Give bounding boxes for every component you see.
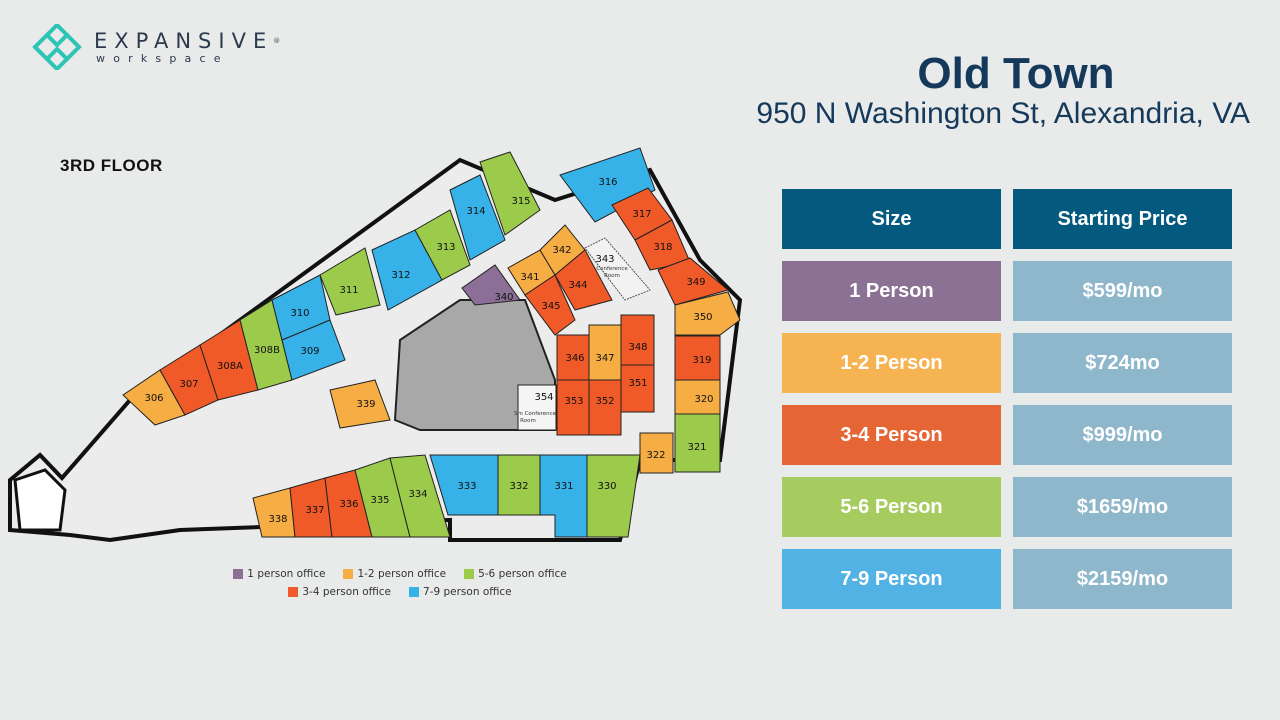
size-cell: 7-9 Person [782, 549, 1001, 609]
brand-subtitle: workspace [96, 52, 229, 65]
brand-logo: EXPANSIVE® workspace [32, 24, 280, 70]
legend-swatch [288, 587, 299, 597]
location-address: 950 N Washington St, Alexandria, VA [756, 97, 1250, 130]
legend-swatch [343, 569, 354, 579]
svg-text:352: 352 [595, 396, 614, 407]
svg-text:331: 331 [554, 481, 573, 492]
svg-text:Conference: Conference [596, 266, 628, 272]
svg-text:341: 341 [520, 272, 539, 283]
svg-text:336: 336 [339, 499, 358, 510]
pricing-row: 3-4 Person $999/mo [782, 405, 1232, 465]
svg-text:307: 307 [179, 379, 198, 390]
size-cell: 1 Person [782, 261, 1001, 321]
svg-text:Room: Room [520, 418, 536, 424]
legend-item: 7-9 person office [409, 586, 512, 598]
size-cell: 1-2 Person [782, 333, 1001, 393]
legend-item: 1 person office [233, 568, 325, 580]
svg-text:345: 345 [541, 301, 560, 312]
svg-text:348: 348 [628, 342, 647, 353]
svg-text:316: 316 [598, 177, 617, 188]
pricing-row: 1-2 Person $724mo [782, 333, 1232, 393]
room-330[interactable] [586, 454, 641, 538]
svg-text:332: 332 [509, 481, 528, 492]
svg-text:Room: Room [604, 273, 620, 279]
header-price: Starting Price [1013, 189, 1232, 249]
svg-text:310: 310 [290, 308, 309, 319]
svg-text:315: 315 [511, 196, 530, 207]
size-cell: 5-6 Person [782, 477, 1001, 537]
location-title: Old Town [917, 49, 1115, 98]
svg-text:321: 321 [687, 442, 706, 453]
svg-text:319: 319 [692, 355, 711, 366]
floor-plan: 306 307 308A 308B 309 310 311 312 313 31… [8, 147, 743, 543]
header-size: Size [782, 189, 1001, 249]
room-352[interactable] [588, 379, 622, 436]
svg-text:343: 343 [595, 254, 614, 265]
svg-text:308B: 308B [254, 345, 280, 356]
svg-text:309: 309 [300, 346, 319, 357]
legend-swatch [233, 569, 244, 579]
price-cell: $999/mo [1013, 405, 1232, 465]
svg-text:339: 339 [356, 399, 375, 410]
svg-text:351: 351 [628, 378, 647, 389]
svg-text:313: 313 [436, 242, 455, 253]
svg-text:353: 353 [564, 396, 583, 407]
svg-text:346: 346 [565, 353, 584, 364]
floor-plan-legend: 1 person office 1-2 person office 5-6 pe… [220, 568, 580, 604]
svg-text:306: 306 [144, 393, 163, 404]
pricing-row: 5-6 Person $1659/mo [782, 477, 1232, 537]
svg-text:322: 322 [646, 450, 665, 461]
svg-text:335: 335 [370, 495, 389, 506]
pricing-header-row: Size Starting Price [782, 189, 1232, 249]
svg-text:337: 337 [305, 505, 324, 516]
svg-text:340: 340 [494, 292, 513, 303]
legend-item: 1-2 person office [343, 568, 446, 580]
svg-text:312: 312 [391, 270, 410, 281]
svg-text:347: 347 [595, 353, 614, 364]
svg-text:308A: 308A [217, 361, 243, 372]
room-348[interactable] [620, 314, 655, 366]
price-cell: $599/mo [1013, 261, 1232, 321]
svg-text:344: 344 [568, 280, 587, 291]
svg-text:317: 317 [632, 209, 651, 220]
svg-text:333: 333 [457, 481, 476, 492]
expansive-logo-icon [32, 24, 82, 70]
svg-text:350: 350 [693, 312, 712, 323]
size-cell: 3-4 Person [782, 405, 1001, 465]
svg-text:320: 320 [694, 394, 713, 405]
svg-text:314: 314 [466, 206, 485, 217]
svg-text:330: 330 [597, 481, 616, 492]
svg-text:349: 349 [686, 277, 705, 288]
svg-text:334: 334 [408, 489, 427, 500]
svg-text:311: 311 [339, 285, 358, 296]
location-header: Old Town 950 N Washington St, Alexandria… [650, 50, 1250, 130]
legend-item: 3-4 person office [288, 586, 391, 598]
legend-swatch [409, 587, 419, 597]
svg-text:342: 342 [552, 245, 571, 256]
svg-text:Sm Conference: Sm Conference [514, 411, 557, 417]
svg-text:338: 338 [268, 514, 287, 525]
room-353[interactable] [556, 379, 590, 436]
brand-name: EXPANSIVE® [94, 29, 281, 53]
legend-swatch [464, 569, 475, 579]
price-cell: $724mo [1013, 333, 1232, 393]
pricing-row: 1 Person $599/mo [782, 261, 1232, 321]
pricing-table: Size Starting Price 1 Person $599/mo 1-2… [782, 189, 1232, 621]
pricing-row: 7-9 Person $2159/mo [782, 549, 1232, 609]
legend-item: 5-6 person office [464, 568, 567, 580]
svg-text:354: 354 [534, 392, 553, 403]
price-cell: $1659/mo [1013, 477, 1232, 537]
svg-text:318: 318 [653, 242, 672, 253]
price-cell: $2159/mo [1013, 549, 1232, 609]
